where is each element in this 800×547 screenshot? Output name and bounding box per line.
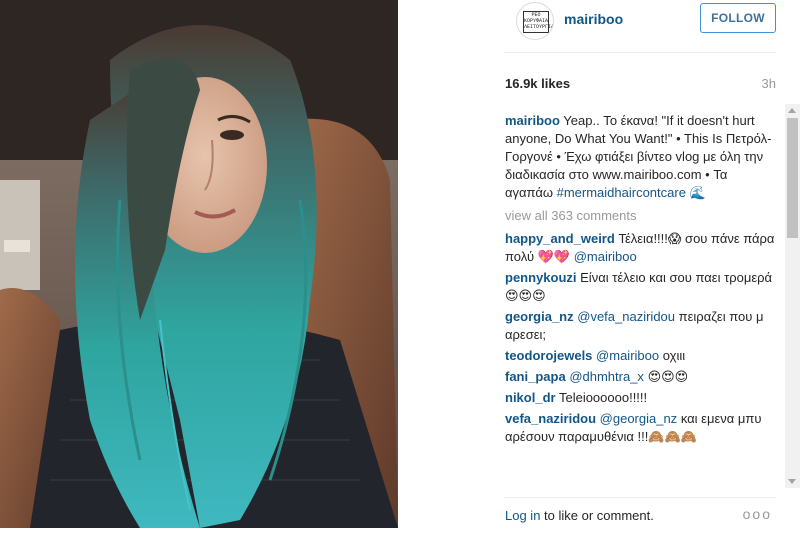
comments-list[interactable]: mairiboo Yeap.. Το έκανα! "If it doesn't… [505,112,777,496]
avatar-logo: ΡΕΟ ΚΟΡΥΦΑΙΑ ΛΕΙΤΟΥΡΓΙΑ [523,11,553,33]
scroll-down-arrow-icon[interactable] [788,479,796,484]
comment-text: 😍😍😍 [647,369,689,384]
comment-username[interactable]: nikol_dr [505,390,556,405]
comment-item: fani_papa @dhmhtra_x 😍😍😍 [505,368,777,386]
more-options-icon[interactable]: ooo [743,506,772,522]
avatar[interactable]: ΡΕΟ ΚΟΡΥΦΑΙΑ ΛΕΙΤΟΥΡΓΙΑ [516,2,554,40]
comment-mention[interactable]: @vefa_naziridou [577,309,675,324]
post-photo[interactable] [0,0,398,528]
scroll-thumb[interactable] [787,118,798,238]
caption: mairiboo Yeap.. Το έκανα! "If it doesn't… [505,112,777,202]
instagram-post-page: ΡΕΟ ΚΟΡΥΦΑΙΑ ΛΕΙΤΟΥΡΓΙΑ mairiboo FOLLOW … [0,0,800,547]
comment-item: georgia_nz @vefa_naziridou πειραζει που … [505,308,777,344]
comment-text: οχιιι [662,348,686,363]
caption-tail: 🌊 [689,185,706,200]
comment-item: teodorojewels @mairiboo οχιιι [505,347,777,365]
likes-count[interactable]: 16.9k likes [505,76,570,91]
view-all-comments-link[interactable]: view all 363 comments [505,207,777,225]
comment-username[interactable]: georgia_nz [505,309,574,324]
comment-username[interactable]: happy_and_weird [505,231,615,246]
comment-mention[interactable]: @mairiboo [596,348,659,363]
comment-username[interactable]: pennykouzi [505,270,577,285]
caption-username[interactable]: mairiboo [505,113,560,128]
caption-hashtag[interactable]: #mermaidhaircontcare [557,185,686,200]
comment-item: pennykouzi Είναι τέλειο και σου παει τρο… [505,269,777,305]
comment-mention[interactable]: @georgia_nz [600,411,678,426]
comment-username[interactable]: fani_papa [505,369,566,384]
comment-item: vefa_naziridou @georgia_nz και εμενα μπυ… [505,410,777,446]
comment-mention[interactable]: @dhmhtra_x [569,369,644,384]
login-prompt-text: to like or comment. [544,508,654,523]
login-link[interactable]: Log in [505,508,540,523]
follow-button[interactable]: FOLLOW [700,3,776,33]
post-side-panel: ΡΕΟ ΚΟΡΥΦΑΙΑ ΛΕΙΤΟΥΡΓΙΑ mairiboo FOLLOW … [490,0,786,547]
login-prompt: Log in to like or comment. [505,508,654,523]
selfie-image [0,0,398,528]
comment-mention[interactable]: @mairiboo [574,249,637,264]
post-header: ΡΕΟ ΚΟΡΥΦΑΙΑ ΛΕΙΤΟΥΡΓΙΑ mairiboo FOLLOW [502,0,786,42]
comment-username[interactable]: vefa_naziridou [505,411,596,426]
scroll-up-arrow-icon[interactable] [788,108,796,113]
post-username[interactable]: mairiboo [564,11,623,27]
header-divider [504,52,776,53]
comments-scrollbar[interactable] [785,104,800,488]
footer-divider [504,497,776,498]
comment-username[interactable]: teodorojewels [505,348,592,363]
post-time[interactable]: 3h [762,76,776,91]
comment-text: Teleioooooo!!!!! [558,390,648,405]
comment-item: happy_and_weird Τέλεια!!!!😱 σου πάνε πάρ… [505,230,777,266]
comment-item: nikol_dr Teleioooooo!!!!! [505,389,777,407]
